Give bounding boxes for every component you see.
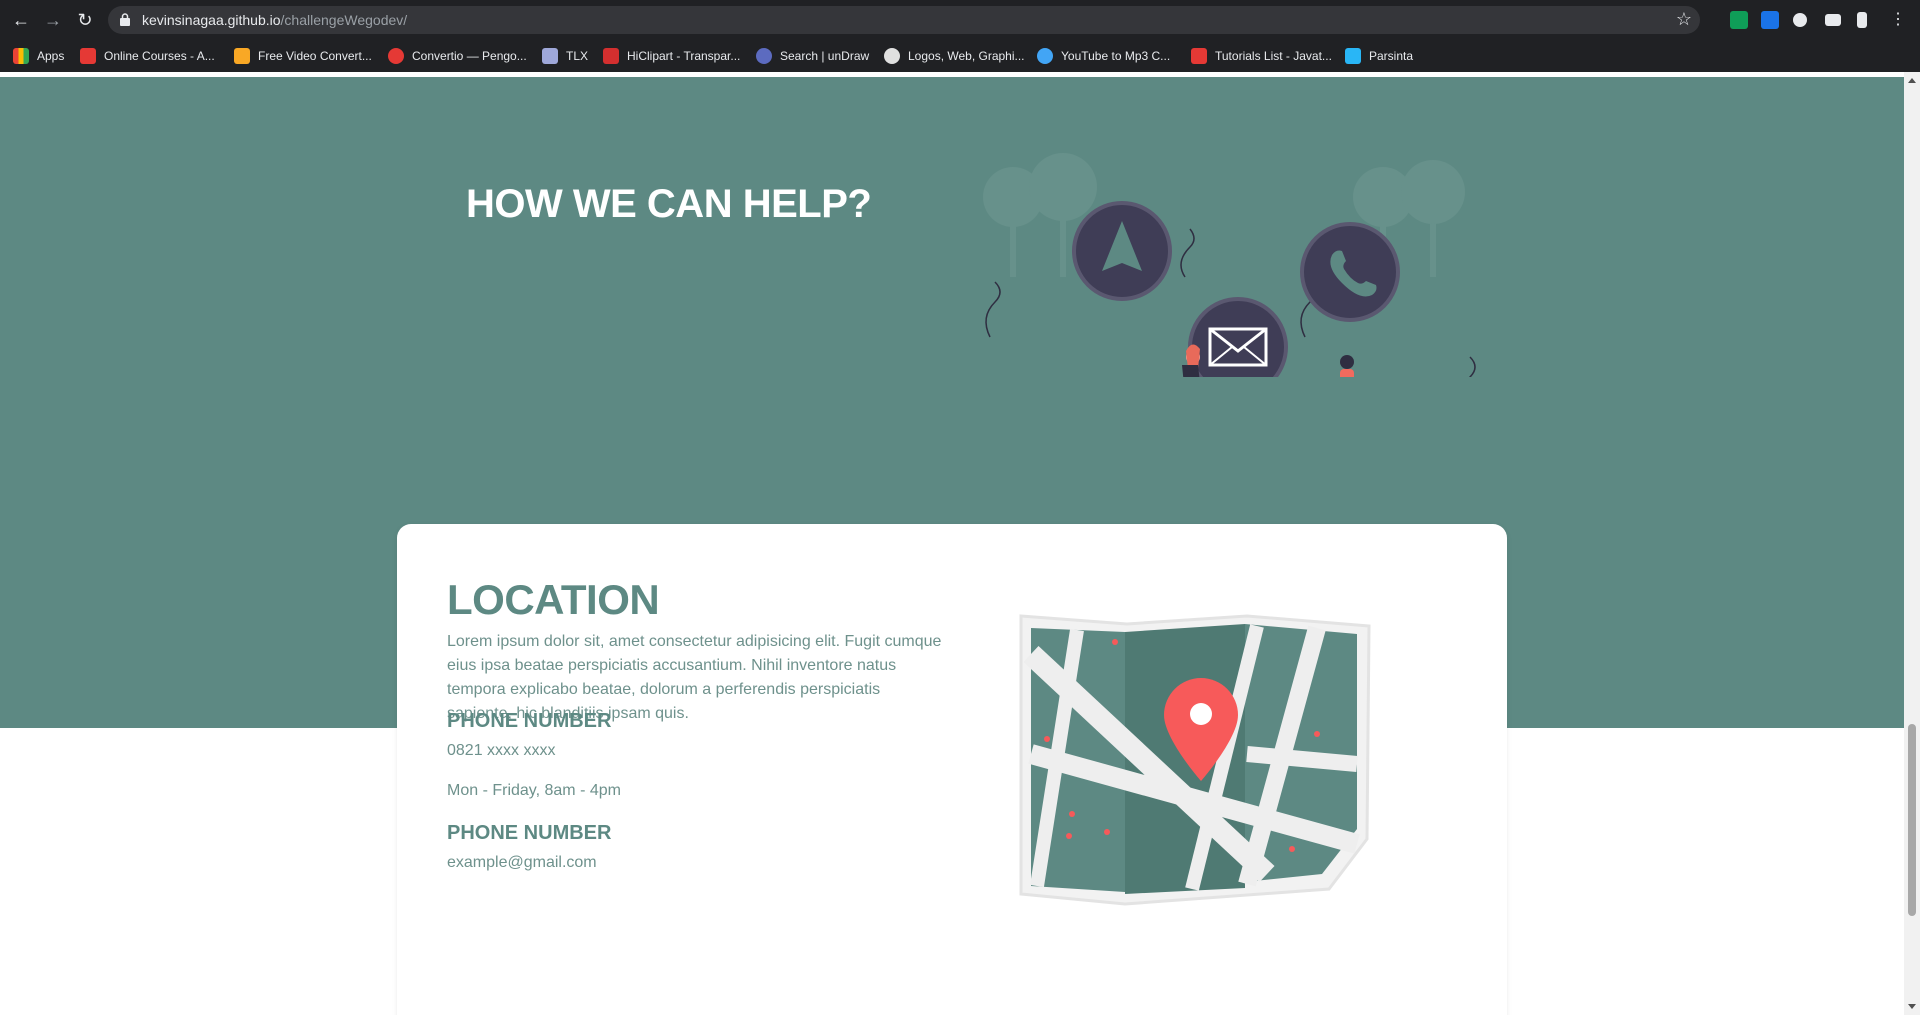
bookmark-label: HiClipart - Transpar... — [627, 49, 741, 63]
location-card: LOCATION Lorem ipsum dolor sit, amet con… — [397, 524, 1507, 1015]
phone-number-value: 0821 xxxx xxxx — [447, 742, 556, 759]
sitting-person-figure — [1182, 344, 1200, 377]
map-illustration — [1019, 614, 1371, 906]
javatpoint-icon — [1191, 48, 1207, 64]
translate-extension-icon[interactable] — [1761, 11, 1779, 29]
menu-dots-icon[interactable]: ⋮ — [1886, 8, 1910, 32]
undraw-icon — [756, 48, 772, 64]
parsinta-icon — [1345, 48, 1361, 64]
globe-icon — [884, 48, 900, 64]
email-value: example@gmail.com — [447, 854, 597, 871]
help-title: HOW WE CAN HELP? — [466, 182, 872, 226]
url-text: kevinsinagaa.github.io/challengeWegodev/ — [142, 12, 407, 28]
convertio-icon — [388, 48, 404, 64]
bookmark-label: Convertio — Pengo... — [412, 49, 527, 63]
standing-person-figure — [1340, 355, 1354, 377]
bookmark-label: Search | unDraw — [780, 49, 870, 63]
browser-chrome: ← → ↻ kevinsinagaa.github.io/challengeWe… — [0, 0, 1920, 72]
url-host: kevinsinagaa.github.io — [142, 12, 281, 28]
video-converter-icon — [234, 48, 250, 64]
bookmark-parsinta[interactable]: Parsinta — [1345, 46, 1413, 66]
scrollbar-thumb[interactable] — [1908, 724, 1916, 916]
bookmark-apps[interactable]: Apps — [13, 46, 64, 66]
bookmark-tutorials[interactable]: Tutorials List - Javat... — [1191, 46, 1332, 66]
reload-icon[interactable]: ↻ — [73, 8, 97, 32]
bookmark-label: Parsinta — [1369, 49, 1414, 63]
bookmark-label: Apps — [37, 49, 65, 63]
media-queue-icon[interactable] — [1825, 14, 1841, 26]
apps-grid-icon — [13, 48, 29, 64]
bookmark-tlx[interactable]: TLX — [542, 46, 588, 66]
navigation-arrow-icon — [1072, 201, 1172, 301]
url-path: /challengeWegodev/ — [280, 12, 408, 28]
lock-icon — [120, 13, 130, 26]
browser-toolbar: ← → ↻ kevinsinagaa.github.io/challengeWe… — [0, 0, 1920, 40]
bookmark-label: Free Video Convert... — [258, 49, 372, 63]
bookmark-online-courses[interactable]: Online Courses - A... — [80, 46, 215, 66]
bookmark-convertio[interactable]: Convertio — Pengo... — [388, 46, 527, 66]
address-bar[interactable]: kevinsinagaa.github.io/challengeWegodev/… — [108, 6, 1700, 34]
scroll-up-arrow-icon[interactable] — [1908, 78, 1916, 83]
extensions-puzzle-icon[interactable] — [1793, 13, 1807, 27]
bookmark-youtube-mp3[interactable]: YouTube to Mp3 C... — [1037, 46, 1170, 66]
email-label: PHONE NUMBER — [447, 822, 612, 844]
forward-icon[interactable]: → — [41, 8, 65, 32]
page-viewport: HOW WE CAN HELP? LOCATION Lorem ipsum do… — [0, 72, 1904, 1015]
bookmark-label: Online Courses - A... — [104, 49, 215, 63]
bookmark-hiclipart[interactable]: HiClipart - Transpar... — [603, 46, 740, 66]
bookmark-label: TLX — [566, 49, 589, 63]
cloud-download-icon — [1037, 48, 1053, 64]
office-hours: Mon - Friday, 8am - 4pm — [447, 782, 621, 799]
bookmark-label: YouTube to Mp3 C... — [1061, 49, 1171, 63]
phone-icon — [1300, 222, 1400, 322]
bookmark-star-icon[interactable]: ☆ — [1676, 9, 1692, 30]
location-title: LOCATION — [447, 576, 660, 623]
back-icon[interactable]: ← — [9, 8, 33, 32]
bookmark-free-video-converter[interactable]: Free Video Convert... — [234, 46, 372, 66]
envelope-icon — [1188, 297, 1288, 377]
vertical-scrollbar[interactable] — [1904, 72, 1920, 1015]
bookmark-undraw[interactable]: Search | unDraw — [756, 46, 869, 66]
sheets-extension-icon[interactable] — [1730, 11, 1748, 29]
udemy-icon — [80, 48, 96, 64]
contact-illustration — [983, 153, 1476, 377]
profile-icon[interactable] — [1857, 12, 1867, 28]
bookmarks-bar: Apps Online Courses - A... Free Video Co… — [0, 40, 1920, 72]
phone-number-label: PHONE NUMBER — [447, 710, 612, 732]
scroll-down-arrow-icon[interactable] — [1908, 1004, 1916, 1009]
bookmark-label: Tutorials List - Javat... — [1215, 49, 1332, 63]
bookmark-label: Logos, Web, Graphi... — [908, 49, 1025, 63]
tlx-icon — [542, 48, 558, 64]
hiclipart-icon — [603, 48, 619, 64]
bookmark-logos[interactable]: Logos, Web, Graphi... — [884, 46, 1025, 66]
